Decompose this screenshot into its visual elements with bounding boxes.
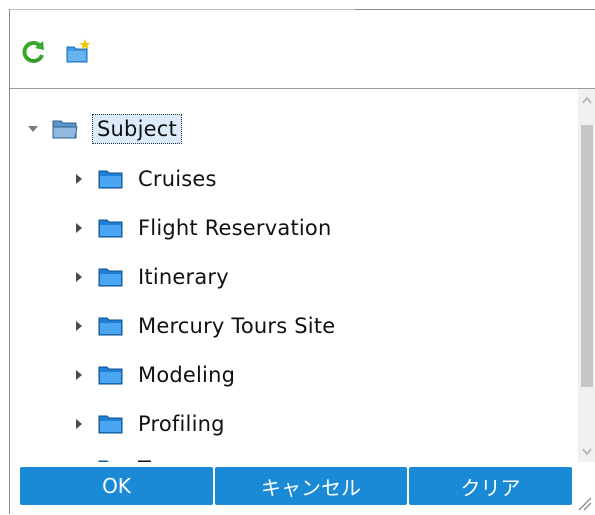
tree-node-label: Itinerary: [138, 265, 229, 289]
folder-icon: [98, 217, 124, 239]
clear-button[interactable]: クリア: [409, 467, 572, 505]
refresh-icon: [22, 41, 44, 63]
collapse-arrow-icon[interactable]: [26, 122, 40, 136]
expand-arrow-icon[interactable]: [72, 270, 86, 284]
subject-tree: Subject Cruises Flight Reservation Itine…: [10, 89, 578, 462]
expand-arrow-icon[interactable]: [72, 172, 86, 186]
open-folder-icon: [52, 118, 78, 140]
scrollbar-thumb[interactable]: [581, 125, 593, 387]
tree-node[interactable]: Cruises: [72, 159, 217, 199]
tree-node-label: Modeling: [138, 363, 236, 387]
scroll-down-arrow-icon[interactable]: [578, 443, 595, 461]
tree-node-label: Subject: [92, 114, 182, 144]
expand-arrow-icon[interactable]: [72, 368, 86, 382]
window-edge: [10, 1, 355, 10]
tree-node[interactable]: Mercury Tours Site: [72, 306, 335, 346]
vertical-scrollbar[interactable]: [578, 89, 595, 462]
new-folder-button[interactable]: [64, 38, 92, 66]
folder-icon: [98, 168, 124, 190]
tree-node[interactable]: Profiling: [72, 404, 225, 444]
tree-node-label: Cruises: [138, 167, 217, 191]
ok-button[interactable]: OK: [20, 467, 213, 505]
folder-icon: [98, 266, 124, 288]
expand-arrow-icon[interactable]: [72, 417, 86, 431]
folder-icon: [98, 364, 124, 386]
tree-node-label: Profiling: [138, 412, 225, 436]
tree-node[interactable]: Flight Reservation: [72, 208, 331, 248]
tree-node-label: Flight Reservation: [138, 216, 332, 240]
subject-tree-panel: Subject Cruises Flight Reservation Itine…: [10, 88, 595, 462]
dialog-footer: OK キャンセル クリア: [10, 462, 595, 515]
tree-node[interactable]: Modeling: [72, 355, 235, 395]
refresh-button[interactable]: [20, 38, 48, 66]
tree-node-root[interactable]: Subject: [26, 109, 182, 149]
folder-icon: [98, 315, 124, 337]
folder-icon: [98, 413, 124, 435]
scroll-up-arrow-icon[interactable]: [578, 91, 595, 109]
subject-picker-dialog: Subject Cruises Flight Reservation Itine…: [9, 9, 595, 515]
tree-node-label: Mercury Tours Site: [138, 314, 336, 338]
cancel-button[interactable]: キャンセル: [215, 467, 407, 505]
expand-arrow-icon[interactable]: [72, 319, 86, 333]
expand-arrow-icon[interactable]: [72, 221, 86, 235]
tree-node[interactable]: Itinerary: [72, 257, 229, 297]
resize-grip-icon[interactable]: [576, 495, 592, 511]
tree-node[interactable]: T: [72, 449, 151, 462]
new-folder-icon: [66, 39, 91, 63]
toolbar: [20, 32, 92, 72]
